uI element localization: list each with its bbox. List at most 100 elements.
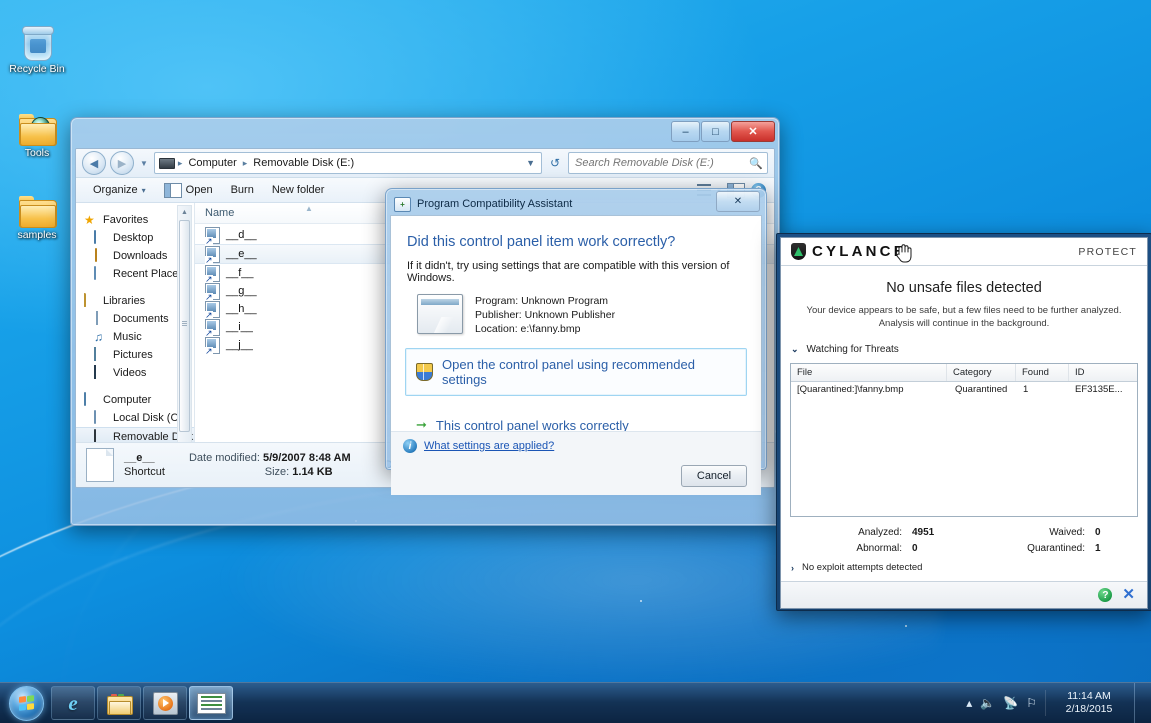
pca-program-info: Program: Unknown Program Publisher: Unkn… [391, 284, 761, 336]
desktop-icon-label: Tools [24, 147, 50, 159]
videos-icon [94, 365, 108, 380]
start-button[interactable] [2, 685, 50, 721]
column-header-category[interactable]: Category [947, 364, 1016, 381]
program-compatibility-assistant-dialog[interactable]: + Program Compatibility Assistant ✕ Did … [385, 188, 767, 495]
open-button[interactable]: Open [155, 180, 222, 201]
what-settings-are-applied-link[interactable]: What settings are applied? [424, 440, 554, 452]
search-box[interactable]: 🔍 [568, 152, 768, 174]
recent-locations-caret-icon[interactable]: ▼ [138, 159, 150, 168]
navigation-pane[interactable]: ★ Favorites Desktop Downloads Recent Pla… [76, 203, 195, 442]
cancel-button[interactable]: Cancel [681, 465, 747, 487]
cylance-logo: CYLANCE [791, 243, 907, 260]
file-name: __g__ [226, 285, 257, 297]
window-controls[interactable]: – □ ✕ [671, 121, 775, 142]
volume-icon[interactable]: 🔈 [980, 696, 995, 710]
open-icon [163, 182, 182, 198]
cylance-shield-icon [791, 243, 806, 260]
taskbar-item-media-player[interactable] [143, 686, 187, 720]
network-error-icon[interactable]: 📡 [1003, 696, 1018, 710]
details-modified-value: 5/9/2007 8:48 AM [262, 452, 351, 464]
sidebar-label: Downloads [113, 250, 168, 262]
details-file-name: __e__ [124, 452, 155, 464]
burn-label: Burn [230, 184, 254, 196]
navigation-pane-scrollbar[interactable]: ▲ ▼ [177, 205, 192, 442]
taskbar-item-internet-explorer[interactable]: e [51, 686, 95, 720]
cell-category: Quarantined [955, 384, 1008, 395]
refresh-button[interactable]: ↺ [546, 153, 564, 173]
chevron-right-icon: › [791, 562, 794, 573]
desktop-icon-samples[interactable]: samples [2, 182, 72, 241]
sidebar-label: Videos [113, 367, 147, 379]
desktop[interactable]: Recycle Bin Tools samples – □ ✕ ◀ ▶ ▼ ▸ … [0, 0, 1151, 723]
column-header-name[interactable]: Name [205, 207, 234, 219]
removable-disk-icon [158, 157, 175, 169]
details-name-column: __e__ Shortcut [124, 452, 165, 478]
open-label: Open [185, 184, 213, 196]
system-tray[interactable]: ▴ 🔈 📡 ⚐ 11:14 AM 2/18/2015 [966, 683, 1151, 723]
table-row[interactable]: [Quarantined:]\fanny.bmp Quarantined 1 E… [791, 382, 1137, 397]
sidebar-label: Desktop [113, 232, 154, 244]
search-input[interactable] [573, 156, 750, 170]
details-modified-column: Date modified: 5/9/2007 8:48 AM Size: 1.… [189, 452, 351, 478]
chevron-down-icon: ⌄ [791, 343, 799, 354]
scroll-up-arrow-icon[interactable]: ▲ [178, 206, 191, 219]
column-header-found[interactable]: Found [1016, 364, 1069, 381]
address-dropdown-caret-icon[interactable]: ▼ [526, 158, 537, 168]
help-icon[interactable]: ? [1098, 588, 1113, 602]
clock[interactable]: 11:14 AM 2/18/2015 [1045, 690, 1126, 716]
back-button[interactable]: ◀ [82, 151, 106, 175]
taskbar-item-windows-explorer[interactable] [97, 686, 141, 720]
explorer-title-bar[interactable]: – □ ✕ [75, 121, 775, 148]
show-desktop-button[interactable] [1134, 683, 1145, 723]
file-preview-icon [86, 448, 114, 482]
tray-overflow-icon[interactable]: ▴ [966, 696, 972, 710]
column-header-file[interactable]: File [791, 364, 947, 381]
folder-tools-icon [2, 100, 72, 146]
action-center-icon[interactable]: ⚐ [1026, 696, 1037, 710]
watching-for-threats-section[interactable]: ⌄ Watching for Threats [781, 340, 1147, 358]
close-button[interactable]: ✕ [731, 121, 775, 142]
threats-table[interactable]: File Category Found ID [Quarantined:]\fa… [790, 363, 1138, 517]
sidebar-label: Documents [113, 313, 169, 325]
desktop-icon-recycle-bin[interactable]: Recycle Bin [2, 16, 72, 75]
column-header-id[interactable]: ID [1069, 364, 1137, 381]
breadcrumb-removable-disk[interactable]: Removable Disk (E:) [250, 156, 357, 170]
forward-button[interactable]: ▶ [110, 151, 134, 175]
taskbar[interactable]: e ▴ 🔈 📡 ⚐ 11:14 AM 2/18/2015 [0, 682, 1151, 723]
breadcrumb-computer[interactable]: Computer [185, 156, 239, 170]
stat-value: 0 [912, 543, 918, 554]
taskbar-item-program-compatibility-assistant[interactable] [189, 686, 233, 720]
desktop-icon-tools[interactable]: Tools [2, 100, 72, 159]
cylance-protect-window[interactable]: CYLANCE PROTECT No unsafe files detected… [776, 233, 1151, 611]
organize-label: Organize [93, 184, 138, 196]
stat-analyzed: Analyzed: 4951 [781, 527, 964, 538]
burn-button[interactable]: Burn [222, 181, 263, 199]
file-name: __d__ [226, 229, 257, 241]
file-name: __i__ [226, 321, 253, 333]
new-folder-button[interactable]: New folder [263, 181, 334, 199]
pictures-icon [94, 347, 108, 362]
address-bar[interactable]: ▸ Computer ▸ Removable Disk (E:) ▼ [153, 152, 542, 174]
file-name: __h__ [226, 303, 257, 315]
compatibility-icon: + [394, 196, 411, 212]
sort-indicator-icon: ▲ [305, 204, 313, 213]
pca-program: Program: Unknown Program [475, 295, 609, 307]
organize-menu-button[interactable]: Organize ▾ [84, 181, 155, 199]
pca-title-bar[interactable]: + Program Compatibility Assistant ✕ [390, 191, 762, 215]
desktop-icon [94, 230, 108, 245]
recent-places-icon [94, 266, 108, 281]
close-icon[interactable]: ✕ [1122, 587, 1135, 602]
stat-quarantined: Quarantined: 1 [964, 543, 1147, 554]
open-with-recommended-settings-button[interactable]: Open the control panel using recommended… [405, 348, 747, 396]
minimize-button[interactable]: – [671, 121, 700, 142]
sidebar-label: Pictures [113, 349, 153, 361]
maximize-button[interactable]: □ [701, 121, 730, 142]
cylance-status-line2: Analysis will continue in the background… [878, 318, 1050, 329]
windows-start-orb-icon [8, 685, 44, 721]
wallpaper-sparkle [905, 625, 907, 627]
stats-column-left: Analyzed: 4951 Abnormal: 0 [781, 527, 964, 554]
scrollbar-thumb[interactable] [179, 220, 190, 432]
details-size-row: Size: 1.14 KB [189, 466, 351, 478]
exploit-attempts-section[interactable]: › No exploit attempts detected [781, 556, 1147, 573]
close-button[interactable]: ✕ [716, 191, 760, 212]
